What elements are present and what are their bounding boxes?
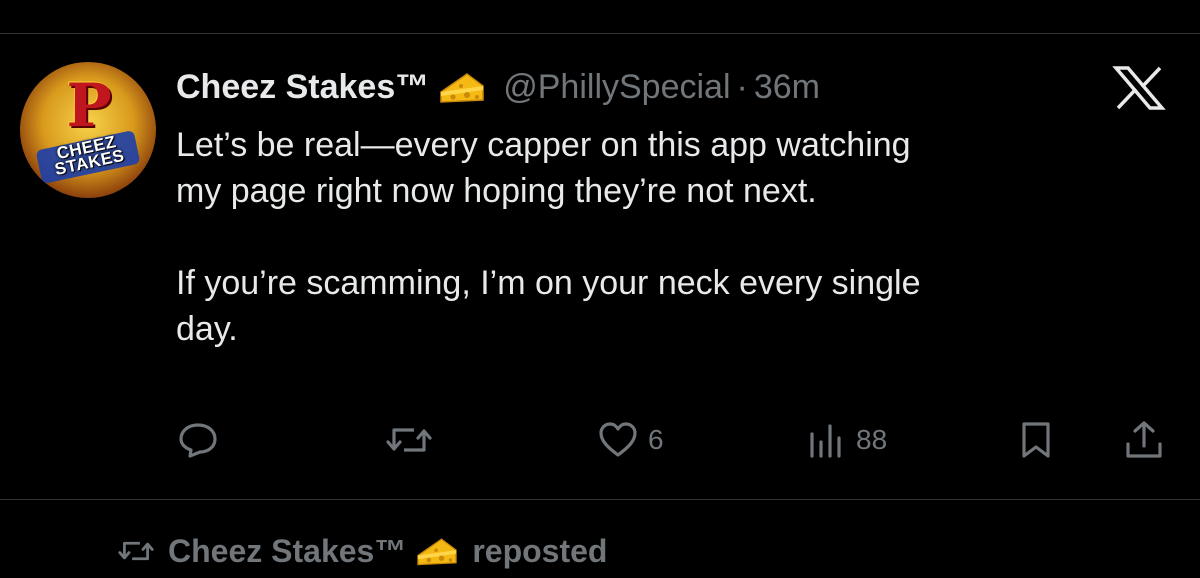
like-icon — [599, 422, 637, 457]
tweet-actions: 6 88 — [176, 418, 1166, 462]
views-icon — [810, 424, 841, 458]
like-button[interactable]: 6 — [596, 418, 664, 462]
avatar[interactable]: P CHEEZ STAKES — [20, 62, 156, 198]
repost-banner-name[interactable]: Cheez Stakes™ — [168, 533, 406, 570]
reply-button[interactable] — [176, 418, 228, 462]
tweet-text: Let’s be real—every capper on this app w… — [176, 126, 921, 348]
cheese-emoji-icon — [440, 73, 484, 103]
bookmark-icon — [1022, 422, 1050, 458]
repost-banner[interactable]: Cheez Stakes™ reposted — [116, 532, 607, 570]
like-count: 6 — [648, 424, 664, 455]
repost-icon — [386, 428, 432, 452]
repost-button[interactable] — [384, 418, 442, 462]
avatar-letter: P — [66, 71, 112, 141]
repost-icon — [118, 541, 154, 561]
timestamp[interactable]: 36m — [754, 68, 820, 107]
cheese-emoji-icon — [417, 538, 458, 566]
tweet-header: Cheez Stakes™ @PhillySpecial · 36m — [176, 64, 820, 110]
repost-banner-label: reposted — [472, 532, 608, 569]
share-icon — [1126, 421, 1162, 458]
views-button[interactable]: 88 — [804, 418, 887, 462]
views-count: 88 — [856, 424, 888, 455]
bottom-divider — [0, 499, 1200, 500]
separator-dot: · — [736, 67, 748, 106]
user-handle[interactable]: @PhillySpecial — [503, 68, 730, 107]
reply-icon — [179, 423, 217, 458]
display-name[interactable]: Cheez Stakes™ — [176, 68, 429, 107]
bookmark-button[interactable] — [1014, 418, 1058, 462]
x-logo-icon[interactable] — [1112, 66, 1166, 110]
top-divider — [0, 33, 1200, 34]
share-button[interactable] — [1122, 418, 1166, 462]
